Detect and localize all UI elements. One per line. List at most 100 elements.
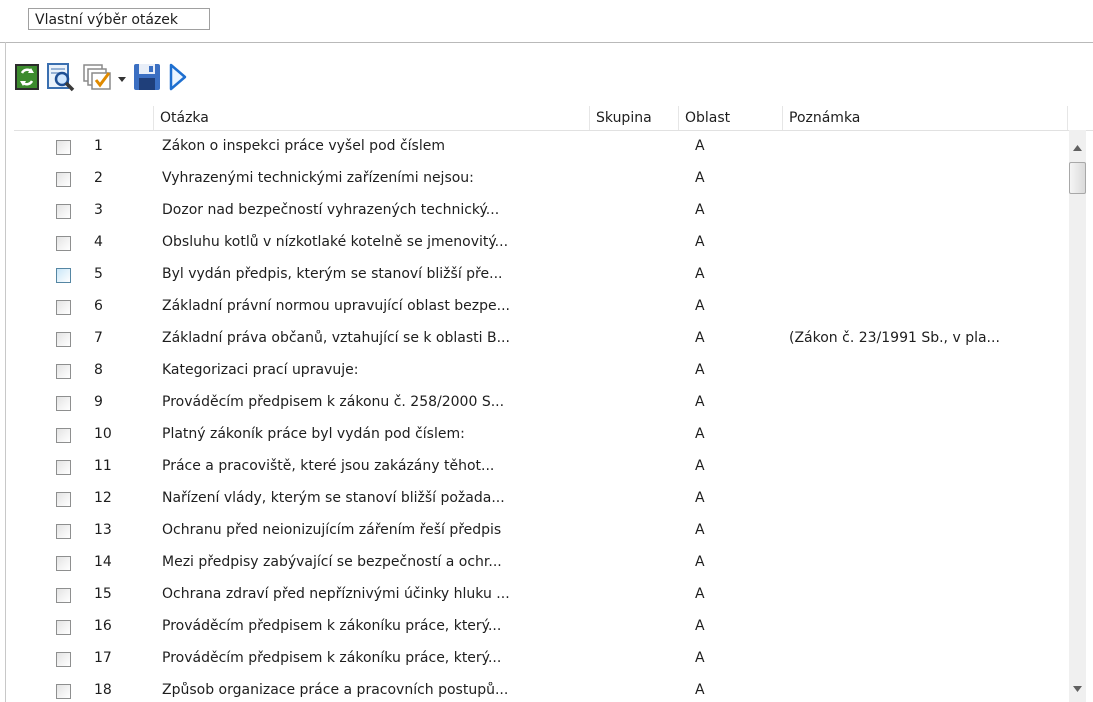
scroll-up-button[interactable] xyxy=(1069,138,1086,155)
table-row[interactable]: 4 Obsluhu kotlů v nízkotlaké kotelně se j… xyxy=(14,226,1069,258)
row-question: Ochranu před neionizujícím zářením řeší … xyxy=(162,522,502,538)
row-checkbox[interactable] xyxy=(56,396,71,411)
row-checkbox[interactable] xyxy=(56,652,71,667)
row-area: A xyxy=(695,330,705,346)
frame-divider xyxy=(0,42,1093,43)
row-checkbox[interactable] xyxy=(56,556,71,571)
floppy-disk-icon xyxy=(132,61,162,93)
table-row[interactable]: 5 Byl vydán předpis, kterým se stanoví bl… xyxy=(14,258,1069,290)
row-area: A xyxy=(695,234,705,250)
row-area: A xyxy=(695,586,705,602)
select-menu-button[interactable] xyxy=(82,59,128,95)
row-area: A xyxy=(695,682,705,698)
row-number: 13 xyxy=(94,522,112,538)
row-question: Platný zákoník práce byl vydán pod čísle… xyxy=(162,426,465,442)
scroll-down-button[interactable] xyxy=(1069,679,1086,696)
row-number: 8 xyxy=(94,362,103,378)
row-area: A xyxy=(695,426,705,442)
row-checkbox[interactable] xyxy=(56,588,71,603)
table-row[interactable]: 18 Způsob organizace práce a pracovních p… xyxy=(14,674,1069,702)
row-number: 14 xyxy=(94,554,112,570)
row-number: 15 xyxy=(94,586,112,602)
row-question: Vyhrazenými technickými zařízeními nejso… xyxy=(162,170,474,186)
row-checkbox[interactable] xyxy=(56,172,71,187)
header-group[interactable]: Skupina xyxy=(590,106,679,130)
row-number: 2 xyxy=(94,170,103,186)
row-area: A xyxy=(695,618,705,634)
table-row[interactable]: 1 Zákon o inspekci práce vyšel pod číslem… xyxy=(14,130,1069,162)
table-row[interactable]: 9 Prováděcím předpisem k zákonu č. 258/20… xyxy=(14,386,1069,418)
header-area[interactable]: Oblast xyxy=(679,106,783,130)
row-checkbox[interactable] xyxy=(56,428,71,443)
row-question: Prováděcím předpisem k zákoníku práce, k… xyxy=(162,618,502,634)
row-area: A xyxy=(695,490,705,506)
row-checkbox[interactable] xyxy=(56,332,71,347)
row-question: Kategorizaci prací upravuje: xyxy=(162,362,359,378)
row-checkbox[interactable] xyxy=(56,524,71,539)
row-area: A xyxy=(695,522,705,538)
row-checkbox[interactable] xyxy=(56,300,71,315)
preview-button[interactable] xyxy=(46,59,76,95)
row-question: Byl vydán předpis, kterým se stanoví bli… xyxy=(162,266,503,282)
row-checkbox[interactable] xyxy=(56,236,71,251)
table-row[interactable]: 11 Práce a pracoviště, které jsou zakázán… xyxy=(14,450,1069,482)
row-number: 18 xyxy=(94,682,112,698)
row-number: 10 xyxy=(94,426,112,442)
row-number: 9 xyxy=(94,394,103,410)
row-area: A xyxy=(695,362,705,378)
table-row[interactable]: 7 Základní práva občanů, vztahující se k … xyxy=(14,322,1069,354)
table-row[interactable]: 10 Platný zákoník práce byl vydán pod čís… xyxy=(14,418,1069,450)
refresh-icon xyxy=(14,62,40,92)
run-button[interactable] xyxy=(168,59,188,95)
row-question: Způsob organizace práce a pracovních pos… xyxy=(162,682,509,698)
table-row[interactable]: 12 Nařízení vlády, kterým se stanoví bliž… xyxy=(14,482,1069,514)
table-row[interactable]: 3 Dozor nad bezpečností vyhrazených techn… xyxy=(14,194,1069,226)
row-area: A xyxy=(695,202,705,218)
row-question: Obsluhu kotlů v nízkotlaké kotelně se jm… xyxy=(162,234,509,250)
scroll-thumb[interactable] xyxy=(1069,162,1086,194)
row-checkbox[interactable] xyxy=(56,140,71,155)
row-number: 6 xyxy=(94,298,103,314)
row-question: Práce a pracoviště, které jsou zakázány … xyxy=(162,458,495,474)
window-title-tab[interactable]: Vlastní výběr otázek xyxy=(28,8,210,30)
row-question: Mezi předpisy zabývající se bezpečností … xyxy=(162,554,502,570)
header-select-column[interactable] xyxy=(14,106,154,130)
row-question: Základní právní normou upravující oblast… xyxy=(162,298,510,314)
row-checkbox[interactable] xyxy=(56,364,71,379)
refresh-button[interactable] xyxy=(14,59,40,95)
row-area: A xyxy=(695,138,705,154)
row-question: Prováděcím předpisem k zákonu č. 258/200… xyxy=(162,394,505,410)
vertical-scrollbar[interactable] xyxy=(1069,130,1086,702)
row-area: A xyxy=(695,554,705,570)
row-checkbox[interactable] xyxy=(56,460,71,475)
row-checkbox[interactable] xyxy=(56,492,71,507)
table-row[interactable]: 15 Ochrana zdraví před nepříznivými účink… xyxy=(14,578,1069,610)
table-row[interactable]: 16 Prováděcím předpisem k zákoníku práce,… xyxy=(14,610,1069,642)
save-button[interactable] xyxy=(132,59,162,95)
question-list: 1 Zákon o inspekci práce vyšel pod číslem… xyxy=(14,130,1069,702)
table-row[interactable]: 13 Ochranu před neionizujícím zářením řeš… xyxy=(14,514,1069,546)
toolbar xyxy=(14,57,194,97)
table-row[interactable]: 8 Kategorizaci prací upravuje: A xyxy=(14,354,1069,386)
row-checkbox[interactable] xyxy=(56,620,71,635)
table-row[interactable]: 17 Prováděcím předpisem k zákoníku práce,… xyxy=(14,642,1069,674)
header-note[interactable]: Poznámka xyxy=(783,106,1068,130)
table-row[interactable]: 2 Vyhrazenými technickými zařízeními nejs… xyxy=(14,162,1069,194)
table-row[interactable]: 6 Základní právní normou upravující oblas… xyxy=(14,290,1069,322)
chevron-down-icon xyxy=(1073,680,1082,696)
row-checkbox[interactable] xyxy=(56,684,71,699)
row-area: A xyxy=(695,298,705,314)
row-checkbox[interactable] xyxy=(56,268,71,283)
table-row[interactable]: 14 Mezi předpisy zabývající se bezpečnost… xyxy=(14,546,1069,578)
row-checkbox[interactable] xyxy=(56,204,71,219)
row-number: 4 xyxy=(94,234,103,250)
row-question: Nařízení vlády, kterým se stanoví bližší… xyxy=(162,490,505,506)
header-filler xyxy=(1068,106,1093,130)
row-area: A xyxy=(695,650,705,666)
row-area: A xyxy=(695,458,705,474)
checklist-dropdown-icon xyxy=(82,61,128,93)
row-note: (Zákon č. 23/1991 Sb., v pla... xyxy=(789,330,1000,346)
row-number: 5 xyxy=(94,266,103,282)
row-number: 3 xyxy=(94,202,103,218)
header-question[interactable]: Otázka xyxy=(154,106,590,130)
